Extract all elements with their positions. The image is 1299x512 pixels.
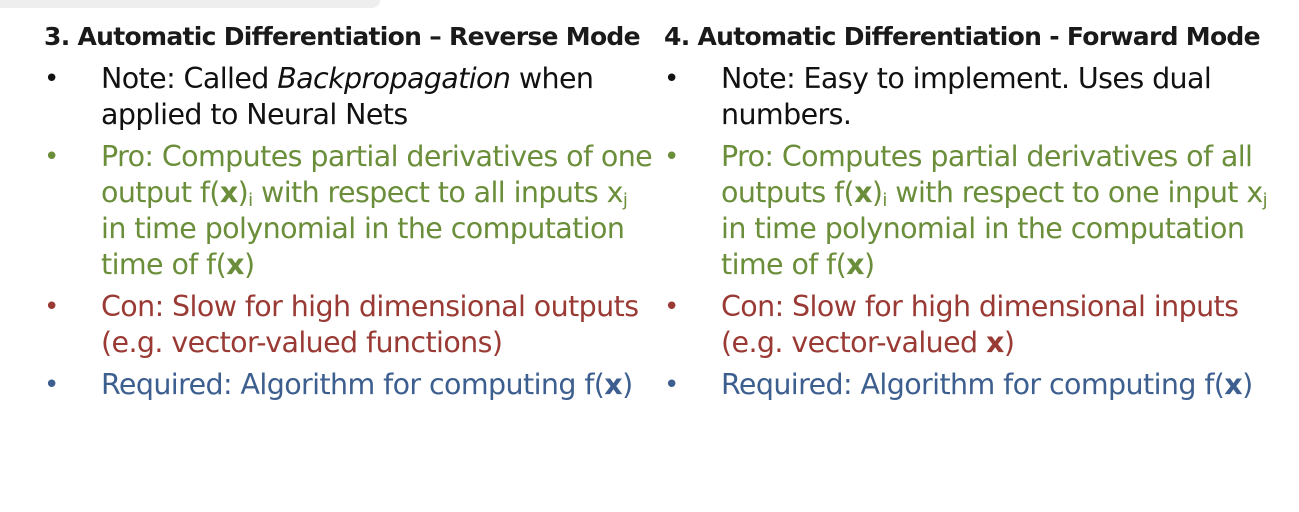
bullet-icon: •: [44, 64, 59, 94]
forward-note-item: • Note: Easy to implement. Uses dual numb…: [664, 62, 1212, 131]
bullet-icon: •: [664, 64, 679, 94]
bullet-icon: •: [44, 142, 59, 172]
bullet-icon: •: [664, 370, 679, 400]
reverse-pro-item: • Pro: Computes partial derivatives of on…: [44, 140, 653, 281]
bullet-icon: •: [44, 370, 59, 400]
forward-pro-item: • Pro: Computes partial derivatives of al…: [664, 140, 1268, 281]
bullet-icon: •: [664, 292, 679, 322]
forward-required-item: • Required: Algorithm for computing f(x): [664, 368, 1253, 401]
reverse-mode-heading: 3. Automatic Differentiation – Reverse M…: [44, 22, 641, 51]
reverse-mode-list: • Note: Called Backpropagation when appli…: [44, 61, 654, 403]
forward-mode-column: 4. Automatic Differentiation - Forward M…: [664, 22, 1284, 409]
reverse-mode-column: 3. Automatic Differentiation – Reverse M…: [44, 22, 654, 409]
forward-mode-list: • Note: Easy to implement. Uses dual numb…: [664, 61, 1284, 403]
reverse-note-item: • Note: Called Backpropagation when appli…: [44, 62, 594, 131]
reverse-required-item: • Required: Algorithm for computing f(x): [44, 368, 633, 401]
forward-mode-heading: 4. Automatic Differentiation - Forward M…: [664, 22, 1261, 51]
bullet-icon: •: [664, 142, 679, 172]
forward-con-item: • Con: Slow for high dimensional inputs (…: [664, 290, 1239, 359]
reverse-con-item: • Con: Slow for high dimensional outputs …: [44, 290, 639, 359]
top-tab-decoration: [0, 0, 380, 8]
bullet-icon: •: [44, 292, 59, 322]
